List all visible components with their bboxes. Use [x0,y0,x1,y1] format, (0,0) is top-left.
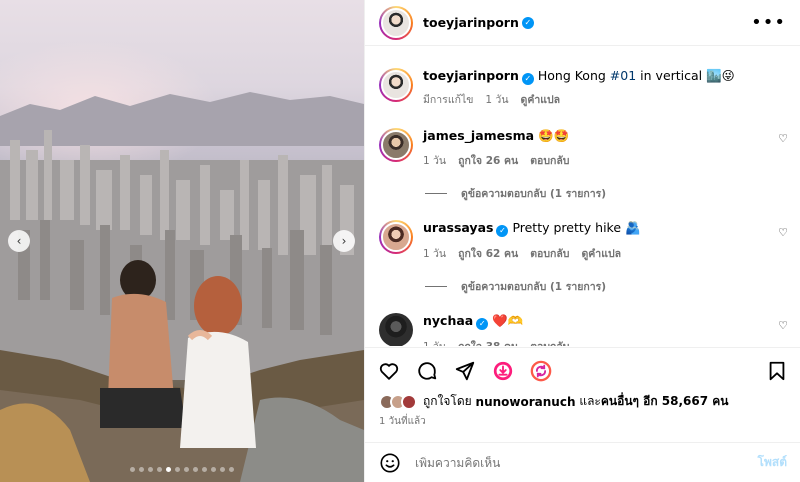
comment-likes[interactable]: ถูกใจ 26 คน [458,152,518,169]
caption-time: 1 วัน [485,94,509,106]
avatar[interactable] [379,220,413,254]
verified-icon: ✓ [476,318,489,330]
carousel-dot [157,467,162,472]
bookmark-icon[interactable] [765,359,789,383]
carousel-dot [148,467,153,472]
hashtag-link[interactable]: #01 [610,68,636,83]
avatar[interactable] [379,5,413,40]
heart-icon[interactable]: ♡ [778,132,788,145]
verified-icon: ✓ [496,225,509,237]
comment-row: nychaa✓ ❤️🫶 1 วัน ถูกใจ 38 คน ตอบกลับ ♡ [365,295,800,346]
avatar[interactable] [379,313,413,346]
heart-icon[interactable] [377,359,401,383]
story-ring-icon[interactable] [529,359,553,383]
caption-username[interactable]: toeyjarinporn [423,68,519,83]
heart-icon[interactable]: ♡ [778,319,788,332]
comment-text: Pretty pretty hike 🫂 [512,220,641,235]
carousel-dot [166,467,171,472]
view-replies-button[interactable]: ดูข้อความตอบกลับ (1 รายการ) [365,262,800,295]
share-icon[interactable] [453,359,477,383]
action-bar [365,347,800,393]
divider [425,193,447,194]
caption-text-end: in vertical 🏙️😜 [640,68,735,83]
carousel-dot [220,467,225,472]
post-detail-panel: toeyjarinporn ✓ ••• toeyjarinporn ✓ Hong … [364,0,800,482]
comment-row: urassayas ✓ Pretty pretty hike 🫂 1 วัน ถู… [365,202,800,262]
likes-summary: ถูกใจโดย nunoworanuch และ คนอื่นๆ อีก 58… [379,392,729,411]
carousel-dot [184,467,189,472]
comment-username[interactable]: nychaa [423,313,473,328]
view-replies-label: ดูข้อความตอบกลับ (1 รายการ) [461,281,607,293]
reply-button[interactable]: ตอบกลับ [530,152,569,169]
comment-username[interactable]: james_jamesma [423,128,534,143]
liked-by-prefix: ถูกใจโดย [423,394,472,408]
liked-by-others[interactable]: คนอื่นๆ อีก 58,667 คน [601,392,729,411]
reply-button[interactable]: ตอบกลับ [530,245,569,262]
translate-button[interactable]: ดูคำแปล [521,91,561,108]
comment-time: 1 วัน [423,155,447,167]
caption-row: toeyjarinporn ✓ Hong Kong #01 in vertical… [365,46,800,108]
comment-text: 🤩🤩 [538,128,570,143]
carousel-indicator [0,467,364,472]
comment-time: 1 วัน [423,338,446,346]
comment-username[interactable]: urassayas [423,220,493,235]
liked-by-user[interactable]: nunoworanuch [476,395,576,409]
verified-icon: ✓ [521,73,534,85]
carousel-dot [211,467,216,472]
comment-likes[interactable]: ถูกใจ 62 คน [458,245,518,262]
carousel-dot [139,467,144,472]
view-replies-label: ดูข้อความตอบกลับ (1 รายการ) [461,188,607,200]
divider [425,286,447,287]
comment-row: james_jamesma 🤩🤩 1 วัน ถูกใจ 26 คน ตอบกล… [365,108,800,169]
reply-button[interactable]: ตอบกลับ [530,338,569,346]
post-age: 1 วันที่แล้ว [379,416,426,427]
heart-icon[interactable]: ♡ [778,226,788,239]
hikers-figure [100,260,256,448]
comment-time: 1 วัน [423,248,447,260]
post-header: toeyjarinporn ✓ ••• [365,0,800,46]
emoji-icon[interactable] [379,452,401,474]
post-button[interactable]: โพสต์ [758,453,787,472]
post-photo[interactable]: ‹ › [0,0,364,482]
carousel-dot [202,467,207,472]
edited-label: มีการแก้ไข [423,94,474,106]
carousel-dot [130,467,135,472]
carousel-dot [193,467,198,472]
caption-text: Hong Kong [537,68,606,83]
carousel-dot [229,467,234,472]
comment-likes[interactable]: ถูกใจ 38 คน [458,338,518,346]
comment-input[interactable] [415,455,758,470]
chevron-left-icon[interactable]: ‹ [8,230,30,252]
verified-icon: ✓ [521,16,534,29]
add-comment-bar: โพสต์ [365,442,800,482]
comment-icon[interactable] [415,359,439,383]
avatar[interactable] [379,128,413,162]
carousel-dot [175,467,180,472]
more-icon[interactable]: ••• [751,13,786,31]
comment-list[interactable]: toeyjarinporn ✓ Hong Kong #01 in vertical… [365,46,800,346]
view-replies-button[interactable]: ดูข้อความตอบกลับ (1 รายการ) [365,169,800,202]
liked-by-middle: และ [579,394,601,408]
reel-remix-icon[interactable] [491,359,515,383]
translate-button[interactable]: ดูคำแปล [581,245,621,262]
chevron-right-icon[interactable]: › [333,230,355,252]
avatar[interactable] [379,68,413,102]
comment-text: ❤️🫶 [492,313,524,328]
author-username[interactable]: toeyjarinporn [423,15,519,30]
liker-avatars[interactable] [379,393,417,410]
